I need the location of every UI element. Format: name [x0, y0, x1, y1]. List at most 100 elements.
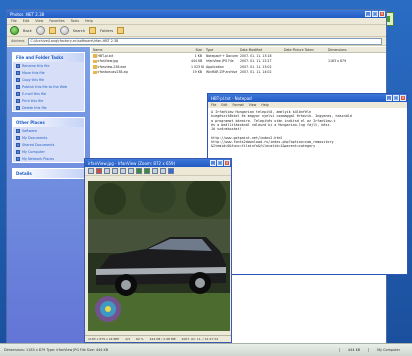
- file-name-text: irfanview-238.exe: [97, 64, 127, 69]
- menu-view[interactable]: View: [35, 19, 43, 23]
- place-label: My Computer: [22, 149, 45, 154]
- menu-tools[interactable]: Tools: [71, 19, 79, 23]
- folders-icon[interactable]: [89, 27, 97, 34]
- file-size: 1 023 KB: [191, 64, 204, 69]
- task-move[interactable]: Move this file: [13, 69, 84, 76]
- explorer-toolbar: Back Search Folders: [7, 25, 386, 37]
- irfanview-toolbar: [85, 167, 231, 176]
- column-name[interactable]: Name: [91, 48, 189, 52]
- column-date-taken[interactable]: Date Picture Taken: [282, 48, 326, 52]
- info-icon[interactable]: [168, 168, 174, 174]
- place-my-documents[interactable]: My Documents: [13, 134, 84, 141]
- column-size[interactable]: Size: [189, 48, 204, 52]
- task-copy[interactable]: Copy this file: [13, 76, 84, 83]
- back-arrow-icon[interactable]: [10, 26, 19, 35]
- address-value: C:\Archive\Lang\rfactory-ec\software\irf…: [30, 39, 119, 43]
- menu-help[interactable]: Help: [85, 19, 93, 23]
- menu-file[interactable]: File: [211, 103, 216, 107]
- folder-icon: [16, 142, 20, 147]
- notepad-text-area[interactable]: A IrfanView Hungarian telepítő, amelyik …: [208, 108, 407, 151]
- up-folder-icon[interactable]: [48, 27, 56, 34]
- search-button-label[interactable]: Search: [73, 29, 85, 33]
- file-name: HBT-pl.txt: [91, 54, 189, 58]
- task-label: Copy this file: [22, 77, 45, 82]
- task-publish[interactable]: Publish this file to the Web: [13, 83, 84, 90]
- maximize-icon[interactable]: □: [217, 160, 223, 166]
- place-my-computer[interactable]: My Computer: [13, 148, 84, 155]
- notepad-title-bar[interactable]: HBT-pl.txt - Notepad _ □ ×: [208, 94, 407, 102]
- status-file-size: 444 KB: [339, 348, 368, 352]
- image-file-icon: [93, 59, 97, 63]
- task-print[interactable]: Print this file: [13, 97, 84, 104]
- back-button-label[interactable]: Back: [23, 29, 32, 33]
- task-delete[interactable]: Delete this file: [13, 104, 84, 111]
- folders-button-label[interactable]: Folders: [100, 29, 113, 33]
- file-row[interactable]: irfanView.jpg 444 KB IrfanView JPG File …: [91, 59, 386, 65]
- menu-edit[interactable]: Edit: [23, 19, 30, 23]
- menu-format[interactable]: Format: [233, 103, 244, 107]
- menu-help[interactable]: Help: [261, 103, 268, 107]
- close-icon[interactable]: ×: [224, 160, 230, 166]
- place-network[interactable]: My Network Places: [13, 155, 84, 162]
- maximize-icon[interactable]: □: [372, 11, 378, 17]
- photo-viewport[interactable]: [88, 181, 230, 331]
- search-icon[interactable]: [59, 26, 69, 35]
- place-software[interactable]: Software: [13, 127, 84, 134]
- column-dimensions[interactable]: Dimensions: [326, 48, 376, 52]
- print-icon[interactable]: [112, 168, 118, 174]
- views-icon[interactable]: [117, 27, 125, 34]
- column-type[interactable]: Type: [204, 48, 238, 52]
- zoom-out-icon[interactable]: [160, 168, 166, 174]
- close-icon[interactable]: ×: [400, 95, 406, 101]
- other-places-title[interactable]: Other Places: [13, 118, 84, 127]
- delete-icon[interactable]: [96, 168, 102, 174]
- irfanview-title-bar[interactable]: irfanView.jpg - IrfanView (Zoom: 872 x 6…: [85, 159, 231, 167]
- address-bar: Address C:\Archive\Lang\rfactory-ec\soft…: [7, 37, 386, 46]
- minimize-icon[interactable]: _: [210, 160, 216, 166]
- open-icon[interactable]: [88, 168, 94, 174]
- task-pane: File and Folder Tasks Rename this file M…: [7, 47, 90, 343]
- file-name: irfanView.jpg: [91, 59, 189, 63]
- menu-favorites[interactable]: Favorites: [49, 19, 64, 23]
- explorer-window-controls: _ □ ×: [365, 11, 386, 17]
- place-shared-documents[interactable]: Shared Documents: [13, 141, 84, 148]
- task-email[interactable]: E-mail this file: [13, 90, 84, 97]
- zip-file-icon: [93, 70, 97, 74]
- file-name-text: irfanbonusv238.zip: [97, 70, 129, 75]
- network-icon: [16, 156, 20, 161]
- menu-edit[interactable]: Edit: [221, 103, 227, 107]
- maximize-icon[interactable]: □: [393, 95, 399, 101]
- task-rename[interactable]: Rename this file: [13, 62, 84, 69]
- close-icon[interactable]: ×: [379, 11, 385, 17]
- forward-arrow-icon[interactable]: [35, 26, 45, 35]
- column-date-modified[interactable]: Date Modified: [238, 48, 282, 52]
- file-type: IrfanView JPG File: [206, 59, 234, 64]
- status-index: 2/3: [125, 337, 131, 341]
- zoom-in-icon[interactable]: [152, 168, 158, 174]
- file-row[interactable]: irfanbonusv238.zip 19 KB WinRAR ZIP arch…: [91, 70, 386, 76]
- file-folder-tasks-title[interactable]: File and Folder Tasks: [13, 53, 84, 62]
- save-icon[interactable]: [104, 168, 110, 174]
- menu-view[interactable]: View: [249, 103, 257, 107]
- details-box: Details: [12, 168, 85, 179]
- file-size: 1 KB: [194, 53, 202, 58]
- cut-icon[interactable]: [120, 168, 126, 174]
- place-label: My Network Places: [22, 156, 55, 161]
- file-dims: 1183 x 879: [328, 59, 347, 64]
- minimize-icon[interactable]: _: [365, 11, 371, 17]
- details-title[interactable]: Details: [13, 169, 84, 178]
- minimize-icon[interactable]: _: [386, 95, 392, 101]
- task-label: Move this file: [22, 70, 45, 75]
- explorer-title-bar[interactable]: Photos .NET 2.38 _ □ ×: [7, 10, 386, 18]
- place-label: Software: [22, 128, 37, 133]
- address-label: Address: [11, 39, 25, 43]
- computer-icon: [16, 149, 20, 154]
- next-arrow-icon[interactable]: [144, 168, 150, 174]
- copy-icon[interactable]: [128, 168, 134, 174]
- prev-arrow-icon[interactable]: [136, 168, 142, 174]
- menu-file[interactable]: File: [11, 19, 17, 23]
- address-input[interactable]: C:\Archive\Lang\rfactory-ec\software\irf…: [27, 37, 382, 45]
- other-places-box: Other Places Software My Documents Share…: [12, 117, 85, 163]
- status-zone: My Computer: [368, 348, 408, 352]
- file-name: irfanbonusv238.zip: [91, 70, 189, 74]
